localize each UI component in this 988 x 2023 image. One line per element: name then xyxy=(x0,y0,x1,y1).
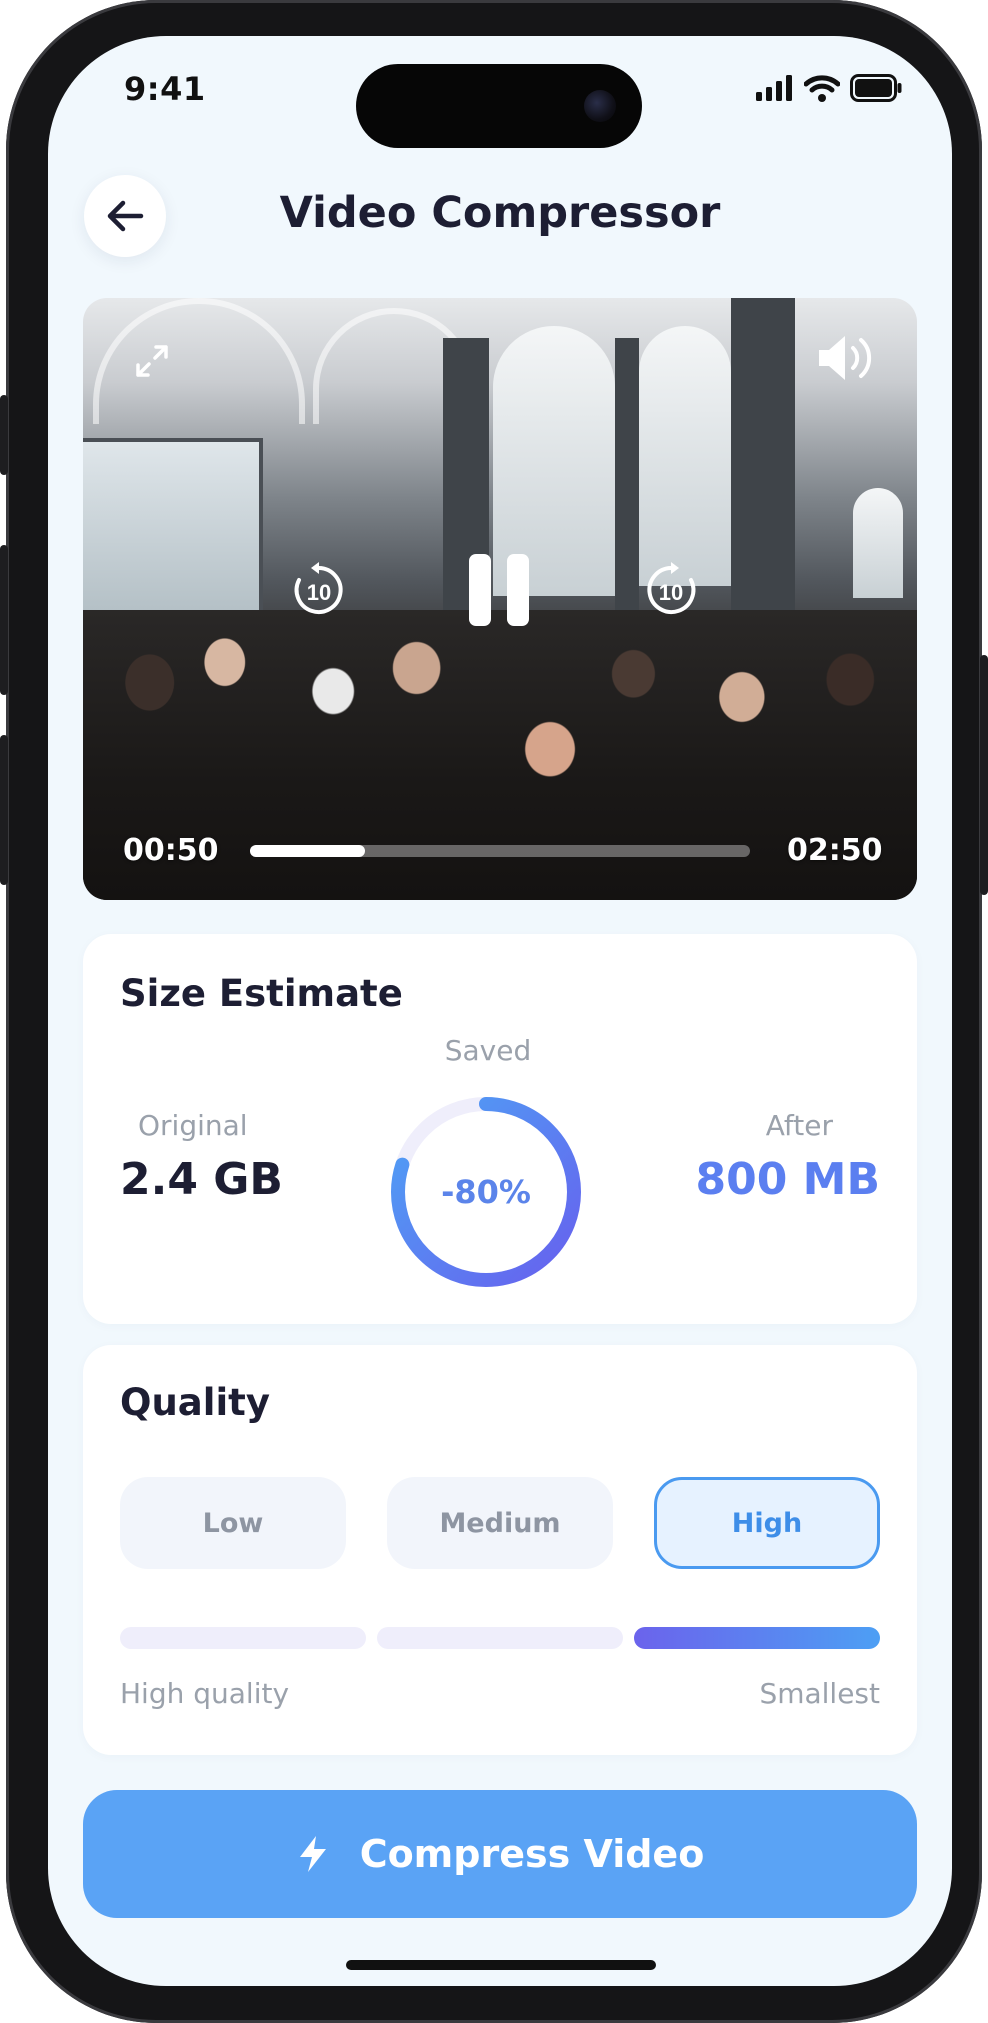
video-player[interactable]: 10 10 00:50 02:50 xyxy=(83,298,917,900)
volume-icon xyxy=(819,336,872,380)
signal-icon xyxy=(756,75,792,101)
quality-bar-medium xyxy=(377,1627,623,1649)
quality-bar-high xyxy=(634,1627,880,1649)
compress-video-button[interactable]: Compress Video xyxy=(83,1790,917,1918)
volume-down-button xyxy=(0,735,8,885)
original-value: 2.4 GB xyxy=(120,1154,283,1205)
rewind-10-label: 10 xyxy=(307,580,331,605)
dynamic-island xyxy=(356,64,642,148)
original-label: Original xyxy=(138,1109,248,1142)
duration: 02:50 xyxy=(787,833,883,868)
status-icons xyxy=(756,74,902,102)
pause-button[interactable] xyxy=(459,550,539,630)
forward-10-button[interactable]: 10 xyxy=(639,558,703,622)
quality-option-medium[interactable]: Medium xyxy=(387,1477,613,1569)
status-time: 9:41 xyxy=(124,70,206,108)
volume-button[interactable] xyxy=(811,326,881,390)
power-button xyxy=(980,655,988,895)
battery-icon xyxy=(850,74,902,102)
saved-label: Saved xyxy=(444,1034,532,1067)
lightning-icon xyxy=(299,1836,326,1872)
expand-icon xyxy=(136,345,168,377)
fullscreen-button[interactable] xyxy=(125,334,179,388)
after-value: 800 MB xyxy=(695,1154,881,1205)
quality-title: Quality xyxy=(120,1381,270,1424)
wifi-icon xyxy=(804,75,840,102)
quality-card: Quality Low Medium High High quality Sma… xyxy=(83,1345,917,1755)
phone-frame: 9:41 Video Compressor 10 10 00:50 02:50 … xyxy=(0,0,988,2023)
forward-10-icon: 10 xyxy=(647,562,696,614)
video-scrubber[interactable] xyxy=(250,845,750,857)
rewind-10-icon: 10 xyxy=(294,562,343,614)
forward-10-label: 10 xyxy=(659,580,683,605)
screen: 9:41 Video Compressor 10 10 00:50 02:50 … xyxy=(48,36,952,1986)
pause-icon xyxy=(469,554,529,626)
camera-icon xyxy=(584,90,616,122)
saved-ring: -80% xyxy=(387,1093,585,1291)
quality-option-high[interactable]: High xyxy=(654,1477,880,1569)
quality-option-low[interactable]: Low xyxy=(120,1477,346,1569)
size-estimate-card: Size Estimate Saved Original 2.4 GB -80% xyxy=(83,934,917,1324)
current-time: 00:50 xyxy=(123,833,219,868)
after-label: After xyxy=(765,1109,833,1142)
video-controls-overlay: 10 10 00:50 02:50 xyxy=(83,298,917,900)
rewind-10-button[interactable]: 10 xyxy=(287,558,351,622)
video-progress-fill xyxy=(250,845,365,857)
saved-percent: -80% xyxy=(441,1173,531,1211)
scale-left-label: High quality xyxy=(120,1677,290,1710)
scale-right-label: Smallest xyxy=(759,1677,880,1710)
volume-up-button xyxy=(0,545,8,695)
page-title: Video Compressor xyxy=(279,188,721,238)
side-button xyxy=(0,395,8,475)
compress-video-label: Compress Video xyxy=(359,1832,705,1876)
quality-bar-low xyxy=(120,1627,366,1649)
home-indicator xyxy=(346,1960,656,1970)
size-estimate-title: Size Estimate xyxy=(120,972,403,1015)
